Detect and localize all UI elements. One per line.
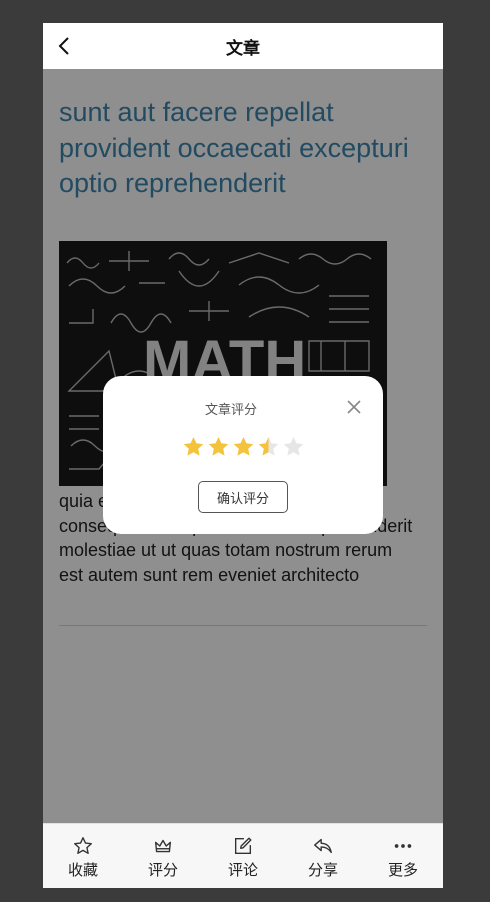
share-icon: [314, 838, 332, 854]
phone-frame: 文章 sunt aut facere repellat provident oc…: [43, 23, 443, 888]
bottom-tabbar: 收藏 评分 评论 分享 更多: [43, 823, 443, 888]
confirm-rating-button[interactable]: 确认评分: [198, 481, 288, 513]
crown-icon: [154, 839, 172, 853]
close-button[interactable]: [343, 396, 365, 418]
tab-rate[interactable]: 评分: [123, 824, 203, 888]
chevron-left-icon: [58, 37, 69, 55]
close-icon: [347, 400, 361, 414]
edit-icon: [234, 837, 252, 855]
rating-star-3[interactable]: [231, 435, 256, 459]
star-outline-icon: [74, 837, 92, 855]
rating-star-2[interactable]: [206, 435, 231, 459]
rating-star-1[interactable]: [181, 435, 206, 459]
page-title: 文章: [226, 38, 260, 59]
tab-favorite[interactable]: 收藏: [43, 824, 123, 888]
rating-star-4[interactable]: [256, 435, 281, 459]
rating-stars: [181, 435, 306, 459]
tab-comment[interactable]: 评论: [203, 824, 283, 888]
more-icon: [394, 844, 412, 848]
tab-comment-label: 评论: [227, 861, 258, 879]
header-bar: 文章: [43, 23, 443, 69]
dialog-title: 文章评分: [204, 403, 257, 418]
tab-share-label: 分享: [307, 861, 338, 879]
rating-dialog: 文章评分 确认评分: [103, 376, 383, 534]
tab-favorite-label: 收藏: [67, 861, 98, 879]
back-button[interactable]: [53, 34, 77, 58]
tab-rate-label: 评分: [147, 861, 178, 879]
tab-more-label: 更多: [387, 861, 418, 879]
tab-more[interactable]: 更多: [363, 824, 443, 888]
rating-star-5[interactable]: [281, 435, 306, 459]
tab-share[interactable]: 分享: [283, 824, 363, 888]
